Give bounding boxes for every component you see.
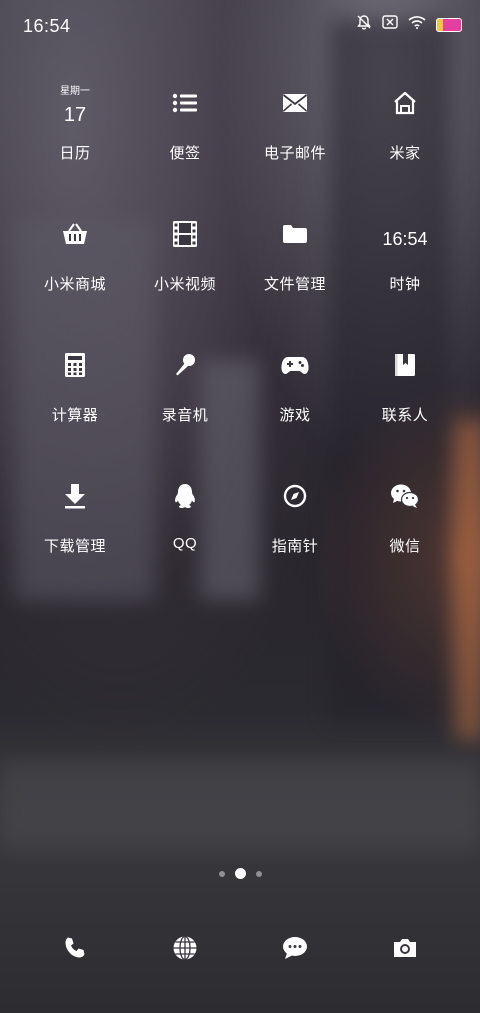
app-label: 小米商城 <box>43 276 106 293</box>
status-bar: 16:54 <box>0 0 480 52</box>
app-label: 电子邮件 <box>263 145 326 162</box>
status-time: 16:54 <box>23 16 71 36</box>
wifi-icon <box>408 15 426 34</box>
app-label: 录音机 <box>161 407 209 424</box>
download-icon <box>47 465 103 527</box>
dock-messages[interactable] <box>240 918 350 978</box>
phone-icon <box>47 918 103 978</box>
page-dot[interactable] <box>255 870 262 877</box>
browser-globe-icon <box>157 918 213 978</box>
dock <box>20 918 460 978</box>
app-recorder[interactable]: 录音机 <box>130 334 240 465</box>
folder-icon <box>267 203 323 265</box>
calculator-icon <box>47 334 103 396</box>
clock-icon: 16:54 <box>377 203 433 265</box>
mail-icon <box>267 72 323 134</box>
app-mi-store[interactable]: 小米商城 <box>20 203 130 334</box>
bell-muted-icon <box>356 14 372 35</box>
home-icon <box>377 72 433 134</box>
app-label: 联系人 <box>381 407 429 424</box>
app-calculator[interactable]: 计算器 <box>20 334 130 465</box>
clock-widget-time: 16:54 <box>382 228 428 249</box>
dock-camera[interactable] <box>350 918 460 978</box>
calendar-weekday: 星期一 <box>60 86 90 97</box>
notes-icon <box>157 72 213 134</box>
app-label: 米家 <box>389 145 421 162</box>
app-qq[interactable]: QQ <box>130 465 240 596</box>
app-label: 文件管理 <box>263 276 326 293</box>
gamepad-icon <box>267 334 323 396</box>
calendar-day: 17 <box>63 104 87 126</box>
compass-icon <box>267 465 323 527</box>
wallpaper-street <box>0 760 480 850</box>
app-label: 微信 <box>389 538 421 555</box>
app-mijia[interactable]: 米家 <box>350 72 460 203</box>
app-wechat[interactable]: 微信 <box>350 465 460 596</box>
microphone-icon <box>157 334 213 396</box>
app-games[interactable]: 游戏 <box>240 334 350 465</box>
page-dot[interactable] <box>218 870 225 877</box>
app-label: 日历 <box>59 145 91 162</box>
page-indicator[interactable] <box>0 868 480 879</box>
wechat-icon <box>377 465 433 527</box>
app-calendar[interactable]: 星期一 17 日历 <box>20 72 130 203</box>
dock-phone[interactable] <box>20 918 130 978</box>
app-label: 便签 <box>169 145 201 162</box>
app-email[interactable]: 电子邮件 <box>240 72 350 203</box>
app-label: 指南针 <box>271 538 319 555</box>
app-compass[interactable]: 指南针 <box>240 465 350 596</box>
app-notes[interactable]: 便签 <box>130 72 240 203</box>
app-mi-video[interactable]: 小米视频 <box>130 203 240 334</box>
film-icon <box>157 203 213 265</box>
app-label: 计算器 <box>51 407 99 424</box>
app-grid: 星期一 17 日历 便签 电子邮件 米家 小米商城 小米视频 文件管理 16:5… <box>20 72 460 596</box>
app-label: 游戏 <box>279 407 311 424</box>
app-label: 时钟 <box>389 276 421 293</box>
app-file-manager[interactable]: 文件管理 <box>240 203 350 334</box>
app-label: 小米视频 <box>153 276 216 293</box>
qq-penguin-icon <box>157 465 213 527</box>
app-clock[interactable]: 16:54 时钟 <box>350 203 460 334</box>
app-downloads[interactable]: 下载管理 <box>20 465 130 596</box>
messages-icon <box>267 918 323 978</box>
app-label: QQ <box>172 535 198 552</box>
battery-icon <box>436 17 462 32</box>
dock-browser[interactable] <box>130 918 240 978</box>
app-contacts[interactable]: 联系人 <box>350 334 460 465</box>
camera-icon <box>377 918 433 978</box>
status-icons <box>356 14 462 35</box>
page-dot-active[interactable] <box>234 868 246 879</box>
app-label: 下载管理 <box>43 538 106 555</box>
shopping-basket-icon <box>47 203 103 265</box>
contacts-book-icon <box>377 334 433 396</box>
calendar-icon: 星期一 17 <box>47 72 103 134</box>
no-sim-icon <box>382 15 398 34</box>
